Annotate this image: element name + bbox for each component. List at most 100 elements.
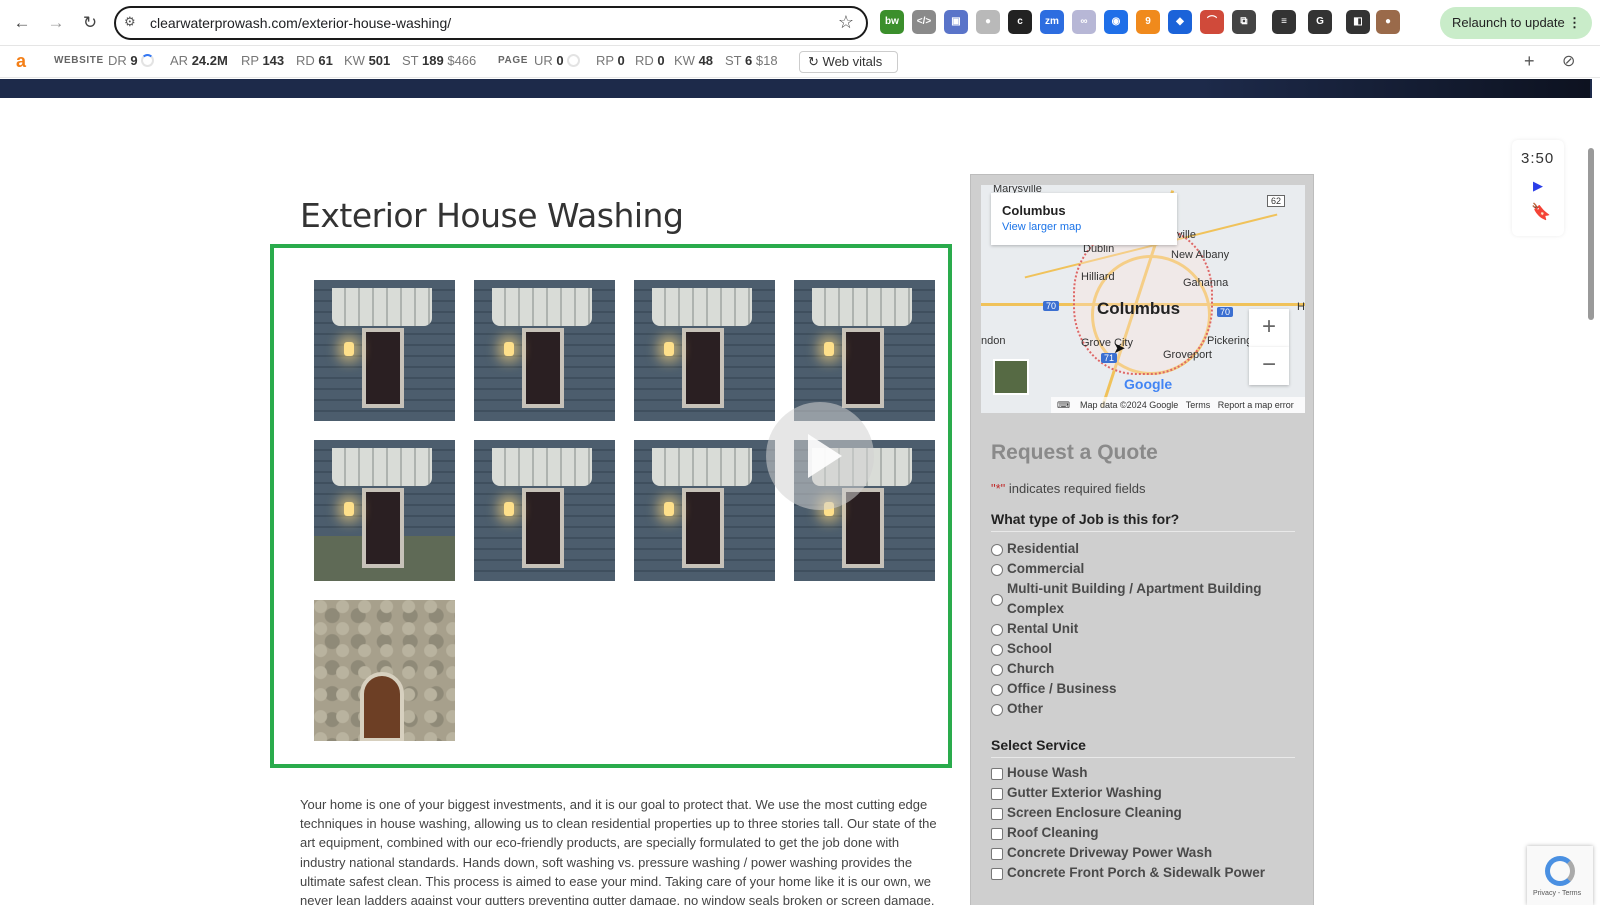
menu-dots-icon[interactable]: ⋮ [1568, 7, 1581, 39]
view-larger-map-link[interactable]: View larger map [1002, 221, 1166, 233]
radio-label[interactable]: Multi-unit Building / Apartment Building [991, 581, 1261, 596]
keyboard-icon[interactable]: ⌨ [1057, 400, 1070, 410]
metric-key: KW [674, 53, 695, 68]
radio-button[interactable] [991, 684, 1003, 696]
metric-rd[interactable]: RD 61 [296, 53, 333, 68]
ahrefs-logo-icon[interactable]: a [16, 51, 26, 72]
site-info-icon[interactable]: ⚙ [124, 14, 136, 30]
metric-ar[interactable]: AR 24.2M [170, 53, 228, 68]
badge-extension-icon[interactable]: 9 [1136, 10, 1160, 34]
play-overlay-icon[interactable] [766, 402, 874, 510]
radio-label[interactable]: Rental Unit [991, 621, 1078, 636]
bookmark-star-icon[interactable]: ☆ [838, 12, 854, 33]
recaptcha-badge[interactable]: Privacy - Terms [1527, 846, 1593, 905]
checkbox[interactable] [991, 868, 1003, 880]
web-vitals-button[interactable]: ↻ Web vitals [799, 51, 898, 73]
zoom-in-button[interactable]: + [1249, 309, 1289, 347]
link-extension-icon[interactable]: ∞ [1072, 10, 1096, 34]
metric-dr[interactable]: DR 9 [108, 53, 154, 68]
checkbox[interactable] [991, 808, 1003, 820]
radio-button[interactable] [991, 624, 1003, 636]
checkbox[interactable] [991, 788, 1003, 800]
bw-extension-icon[interactable]: bw [880, 10, 904, 34]
metric-st[interactable]: ST 189 $466 [402, 53, 476, 68]
radio-button[interactable] [991, 664, 1003, 676]
photo-door [682, 488, 724, 568]
metric-rd[interactable]: RD 0 [635, 53, 665, 68]
map-label: Groveport [1163, 349, 1212, 361]
metric-kw[interactable]: KW 48 [674, 53, 713, 68]
metric-key: AR [170, 53, 189, 68]
google-icon[interactable]: G [1308, 10, 1332, 34]
metric-st[interactable]: ST 6 $18 [725, 53, 778, 68]
radio-button[interactable] [991, 564, 1003, 576]
satellite-toggle-thumbnail[interactable] [993, 359, 1029, 395]
bookmark-icon[interactable]: 🔖 [1531, 202, 1551, 222]
gallery-thumbnail[interactable] [794, 280, 935, 421]
photo-door [522, 328, 564, 408]
radio-button[interactable] [991, 644, 1003, 656]
google-map[interactable]: Marysville Dublin ville New Albany Hilli… [981, 185, 1305, 413]
radio-label[interactable]: Commercial [991, 561, 1084, 576]
play-icon[interactable]: ▶ [1533, 178, 1543, 194]
page-scrollbar[interactable] [1588, 148, 1594, 320]
checkbox-label[interactable]: Gutter Exterior Washing [991, 785, 1162, 800]
report-map-error-link[interactable]: Report a map error [1218, 400, 1294, 410]
gallery-thumbnail[interactable] [314, 280, 455, 421]
gallery-thumbnail[interactable] [314, 440, 455, 581]
code-extension-icon[interactable]: </> [912, 10, 936, 34]
back-icon[interactable]: ← [10, 11, 34, 35]
add-icon[interactable]: + [1524, 51, 1535, 72]
job-option: School [991, 641, 1052, 656]
zm-extension-icon[interactable]: zm [1040, 10, 1064, 34]
puzzle-icon[interactable]: ⧉ [1232, 10, 1256, 34]
checkbox-label[interactable]: Concrete Driveway Power Wash [991, 845, 1212, 860]
window-extension-icon[interactable]: ▣ [944, 10, 968, 34]
curve-extension-icon[interactable]: ⌒ [1200, 10, 1224, 34]
checkbox[interactable] [991, 848, 1003, 860]
radio-label[interactable]: Residential [991, 541, 1079, 556]
checkbox-label[interactable]: Roof Cleaning [991, 825, 1099, 840]
map-terms-link[interactable]: Terms [1186, 400, 1211, 410]
checkbox-label[interactable]: House Wash [991, 765, 1088, 780]
reload-icon[interactable]: ↻ [78, 11, 102, 35]
highway-shield-icon: 62 [1267, 195, 1286, 207]
checkbox[interactable] [991, 828, 1003, 840]
radio-button[interactable] [991, 544, 1003, 556]
relaunch-button[interactable]: Relaunch to update ⋮ [1440, 7, 1592, 39]
metric-rp[interactable]: RP 0 [596, 53, 625, 68]
radio-button[interactable] [991, 704, 1003, 716]
sidepanel-icon[interactable]: ◧ [1346, 10, 1370, 34]
photo-lamp [344, 342, 354, 356]
dropbox-icon[interactable]: ◆ [1168, 10, 1192, 34]
forward-icon[interactable]: → [44, 11, 68, 35]
profile-avatar-icon[interactable]: ● [1376, 10, 1400, 34]
metric-key: KW [344, 53, 365, 68]
metric-ur[interactable]: UR 0 [534, 53, 580, 68]
gallery-thumbnail[interactable] [314, 600, 455, 741]
disable-icon[interactable]: ⊘ [1562, 51, 1575, 71]
circle-extension-icon[interactable]: ◉ [1104, 10, 1128, 34]
metric-value: 0 [657, 53, 665, 68]
radio-label[interactable]: Office / Business [991, 681, 1117, 696]
metric-rp[interactable]: RP 143 [241, 53, 284, 68]
required-note-text: indicates required fields [1008, 481, 1146, 496]
checkbox[interactable] [991, 768, 1003, 780]
job-option: Multi-unit Building / Apartment Building [991, 581, 1261, 606]
service-option: Concrete Driveway Power Wash [991, 845, 1212, 860]
gallery-thumbnail[interactable] [474, 440, 615, 581]
photo-door [360, 672, 404, 741]
checkbox-label[interactable]: Screen Enclosure Cleaning [991, 805, 1182, 820]
gallery-thumbnail[interactable] [634, 280, 775, 421]
checkbox-label[interactable]: Concrete Front Porch & Sidewalk Power [991, 865, 1265, 880]
address-bar[interactable]: ⚙ clearwaterprowash.com/exterior-house-w… [114, 6, 868, 40]
media-icon[interactable]: ≡ [1272, 10, 1296, 34]
grey-extension-icon[interactable]: ● [976, 10, 1000, 34]
zoom-out-button[interactable]: − [1249, 347, 1289, 385]
url-text[interactable]: clearwaterprowash.com/exterior-house-was… [150, 15, 451, 31]
c-extension-icon[interactable]: c [1008, 10, 1032, 34]
gallery-thumbnail[interactable] [474, 280, 615, 421]
gallery-thumbnail[interactable] [634, 440, 775, 581]
recaptcha-terms[interactable]: Privacy - Terms [1533, 890, 1581, 897]
metric-kw[interactable]: KW 501 [344, 53, 390, 68]
